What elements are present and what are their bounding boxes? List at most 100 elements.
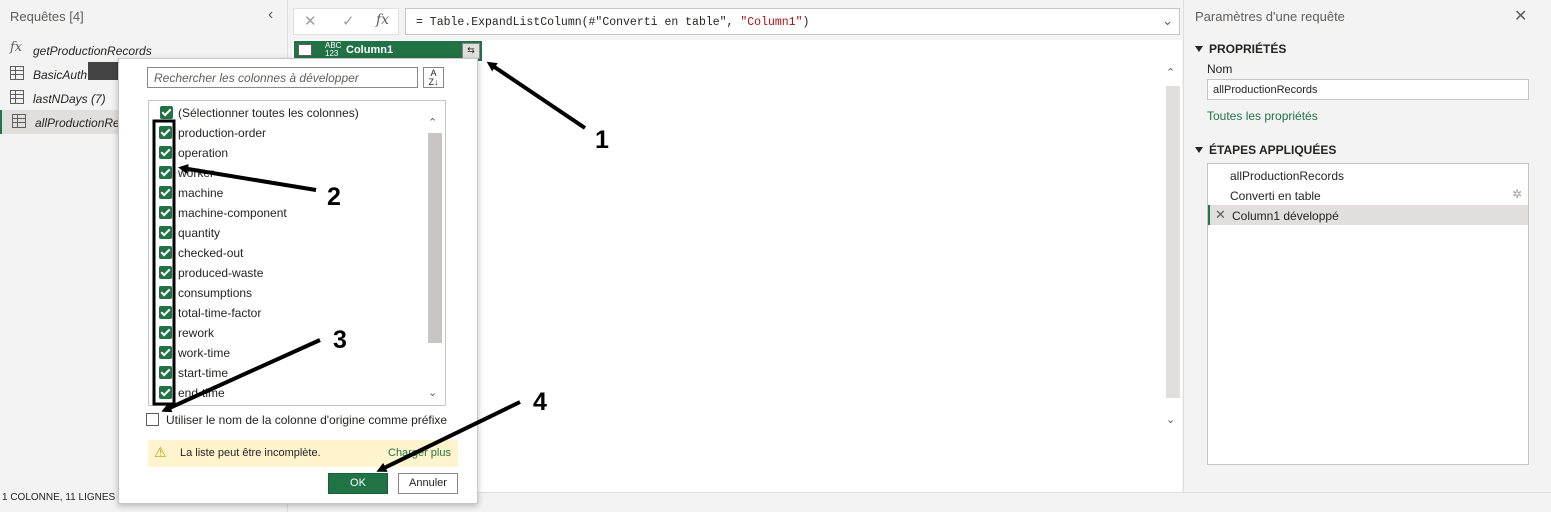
column-option-operation[interactable]: operation <box>149 142 429 162</box>
column-checkbox[interactable] <box>159 206 172 219</box>
select-all-label: (Sélectionner toutes les colonnes) <box>178 106 359 120</box>
step-item-selected[interactable]: ✕ Column1 développé <box>1208 205 1528 225</box>
annotation-label-3: 3 <box>333 326 347 354</box>
column-option-work-time[interactable]: work-time <box>149 342 429 362</box>
collapse-queries-icon[interactable]: ‹ <box>268 6 273 24</box>
table-icon <box>10 66 24 80</box>
column-option-consumptions[interactable]: consumptions <box>149 282 429 302</box>
column-option-production-order[interactable]: production-order <box>149 122 429 142</box>
prefix-checkbox[interactable] <box>146 413 159 426</box>
applied-steps-section-header[interactable]: ÉTAPES APPLIQUÉES <box>1195 143 1336 157</box>
column-checkbox[interactable] <box>159 146 172 159</box>
gear-icon[interactable]: ✲ <box>1512 187 1522 201</box>
collapse-triangle-icon <box>1195 46 1203 52</box>
column-option-worker[interactable]: worker <box>149 162 429 182</box>
fx-icon[interactable]: fx <box>376 12 389 28</box>
column-option-label: end-time <box>178 386 225 400</box>
properties-section-header[interactable]: PROPRIÉTÉS <box>1195 42 1286 56</box>
sort-az-icon[interactable]: A Z↓ <box>423 67 444 88</box>
column-checkbox[interactable] <box>159 226 172 239</box>
query-name-input[interactable]: allProductionRecords <box>1207 79 1529 100</box>
check-icon[interactable]: ✓ <box>342 12 355 30</box>
list-scroll-down-icon[interactable]: ⌄ <box>428 386 437 399</box>
column-option-label: production-order <box>178 126 267 140</box>
column-option-start-time[interactable]: start-time <box>149 362 429 382</box>
formula-controls: ✕ ✓ fx <box>293 8 399 35</box>
scroll-down-icon[interactable]: ⌄ <box>1166 413 1175 426</box>
column-option-label: checked-out <box>178 246 244 260</box>
query-label: allProductionRec <box>35 116 126 130</box>
list-scroll-up-icon[interactable]: ⌃ <box>428 116 437 129</box>
formula-input[interactable]: = Table.ExpandListColumn(#"Converti en t… <box>405 8 1180 35</box>
annotation-label-2: 2 <box>327 183 341 211</box>
column-option-machine[interactable]: machine <box>149 182 429 202</box>
query-settings-title: Paramètres d'une requête <box>1195 9 1345 24</box>
grid-scrollbar-thumb[interactable] <box>1166 86 1180 398</box>
chevron-down-icon[interactable]: ⌄ <box>1162 13 1173 29</box>
column-checkbox[interactable] <box>159 346 172 359</box>
table-menu-icon[interactable] <box>298 44 312 56</box>
select-all-checkbox[interactable] <box>160 106 173 119</box>
column-option-label: rework <box>178 326 215 340</box>
ok-button[interactable]: OK <box>328 473 388 494</box>
all-properties-link[interactable]: Toutes les propriétés <box>1207 109 1318 123</box>
column-option-label: start-time <box>178 366 229 380</box>
column-option-label: quantity <box>178 226 221 240</box>
redacted-area <box>88 62 118 80</box>
step-item[interactable]: Converti en table ✲ <box>1208 185 1528 205</box>
column-checkbox[interactable] <box>159 186 172 199</box>
column-header-label: Column1 <box>346 44 394 56</box>
column-checkbox[interactable] <box>159 166 172 179</box>
query-label: lastNDays (7) <box>33 92 106 106</box>
column-option-checked-out[interactable]: checked-out <box>149 242 429 262</box>
column-option-label: worker <box>178 166 215 180</box>
annotation-label-4: 4 <box>533 388 547 416</box>
column-option-produced-waste[interactable]: produced-waste <box>149 262 429 282</box>
list-scrollbar-thumb[interactable] <box>428 133 442 343</box>
column-option-label: work-time <box>178 346 231 360</box>
column-option-total-time-factor[interactable]: total-time-factor <box>149 302 429 322</box>
load-more-link[interactable]: Charger plus <box>388 447 451 459</box>
table-icon <box>12 114 26 128</box>
prefix-label: Utiliser le nom de la colonne d'origine … <box>166 413 448 427</box>
column-checkbox[interactable] <box>159 286 172 299</box>
collapse-triangle-icon <box>1195 147 1203 153</box>
scroll-up-icon[interactable]: ⌃ <box>1166 66 1175 79</box>
query-label: BasicAuth <box>33 68 88 82</box>
table-icon <box>10 90 24 104</box>
column-option-rework[interactable]: rework <box>149 322 429 342</box>
expand-column-icon[interactable]: ⇆ <box>462 43 480 59</box>
column-option-label: total-time-factor <box>178 306 262 320</box>
column-type-icon[interactable]: ABC 123 <box>325 42 341 58</box>
annotation-label-1: 1 <box>595 126 609 154</box>
column-checkbox[interactable] <box>159 386 172 399</box>
applied-steps-list: allProductionRecords Converti en table ✲ … <box>1207 163 1529 465</box>
column-checkbox[interactable] <box>159 246 172 259</box>
column-checkbox[interactable] <box>159 306 172 319</box>
select-all-row[interactable]: (Sélectionner toutes les colonnes) <box>149 102 429 122</box>
column-option-label: produced-waste <box>178 266 264 280</box>
column-checkbox[interactable] <box>159 266 172 279</box>
column-checkbox[interactable] <box>159 126 172 139</box>
warning-icon: ⚠ <box>154 444 167 460</box>
cancel-button[interactable]: Annuler <box>398 473 458 494</box>
name-label: Nom <box>1207 62 1233 76</box>
column-option-label: machine <box>178 186 224 200</box>
column-checkbox[interactable] <box>159 326 172 339</box>
cancel-icon[interactable]: ✕ <box>304 12 317 30</box>
column-option-machine-component[interactable]: machine-component <box>149 202 429 222</box>
fx-icon: fx <box>10 40 23 55</box>
search-columns-input[interactable]: Rechercher les colonnes à développer <box>147 67 418 88</box>
close-icon[interactable]: ✕ <box>1514 6 1527 26</box>
column-checkbox[interactable] <box>159 366 172 379</box>
column-checklist: (Sélectionner toutes les colonnes) produ… <box>148 100 446 406</box>
column-option-quantity[interactable]: quantity <box>149 222 429 242</box>
query-label: getProductionRecords <box>33 44 152 58</box>
column-option-end-time[interactable]: end-time <box>149 382 429 402</box>
warning-text: La liste peut être incomplète. <box>180 447 321 459</box>
column-option-label: consumptions <box>178 286 253 300</box>
warning-bar: ⚠ La liste peut être incomplète. Charger… <box>148 440 458 467</box>
queries-title: Requêtes [4] <box>10 9 84 24</box>
step-item[interactable]: allProductionRecords <box>1208 165 1528 185</box>
delete-step-icon[interactable]: ✕ <box>1215 207 1226 223</box>
